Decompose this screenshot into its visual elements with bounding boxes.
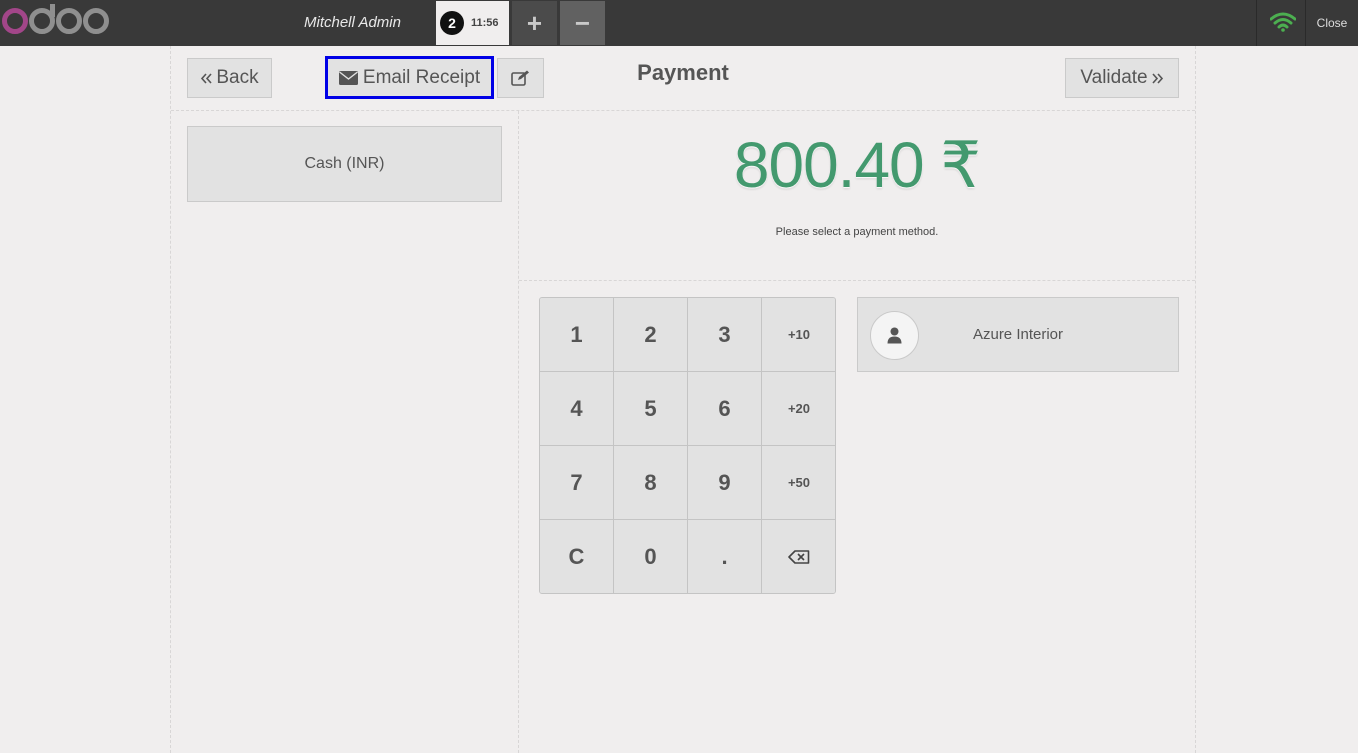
numpad: 1 2 3 +10 4 5 6 +20 7 8 9 +50 C 0 . [539,297,836,594]
payment-status-message: Please select a payment method. [775,226,939,238]
backspace-icon [788,550,810,564]
numpad-key-3[interactable]: 3 [688,298,762,372]
numpad-key-6[interactable]: 6 [688,372,762,446]
close-button[interactable]: Close [1306,0,1358,46]
customer-name: Azure Interior [972,326,1064,343]
back-label: Back [216,67,259,88]
payment-method-cash[interactable]: Cash (INR) [187,126,502,202]
back-button[interactable]: Back [187,58,272,98]
numpad-key-8[interactable]: 8 [614,446,688,520]
numpad-key-plus-50[interactable]: +50 [762,446,835,520]
wifi-icon[interactable] [1270,12,1296,32]
numpad-key-1[interactable]: 1 [540,298,614,372]
email-receipt-label: Email Receipt [362,66,481,88]
double-chevron-left-icon [201,72,212,84]
numpad-key-0[interactable]: 0 [614,520,688,593]
order-tab[interactable]: 2 11:56 [436,1,509,45]
cashier-name[interactable]: Mitchell Admin [304,14,401,31]
validate-label: Validate [1080,67,1148,88]
remove-order-button[interactable]: − [560,1,605,45]
numpad-key-7[interactable]: 7 [540,446,614,520]
odoo-logo [2,4,110,38]
numpad-key-5[interactable]: 5 [614,372,688,446]
pos-topbar: Mitchell Admin 2 11:56 + − Close [0,0,1358,46]
numpad-key-dot[interactable]: . [688,520,762,593]
numpad-key-backspace[interactable] [762,520,835,593]
edit-invoice-button[interactable] [497,58,544,98]
order-sequence-badge: 2 [440,11,464,35]
email-receipt-button[interactable]: Email Receipt [325,56,494,99]
numpad-key-clear[interactable]: C [540,520,614,593]
validate-button[interactable]: Validate [1065,58,1179,98]
numpad-key-4[interactable]: 4 [540,372,614,446]
pencil-square-icon [511,70,529,86]
page-title: Payment [637,60,729,85]
numpad-key-9[interactable]: 9 [688,446,762,520]
set-customer-button[interactable]: Azure Interior [857,297,1179,372]
order-time: 11:56 [471,17,499,29]
numpad-key-plus-10[interactable]: +10 [762,298,835,372]
add-order-button[interactable]: + [512,1,557,45]
double-chevron-right-icon [1152,72,1163,84]
total-amount: 800.40 ₹ [733,129,981,201]
envelope-icon [338,70,358,85]
numpad-key-2[interactable]: 2 [614,298,688,372]
customer-avatar [870,311,919,360]
numpad-key-plus-20[interactable]: +20 [762,372,835,446]
user-icon [887,327,902,344]
